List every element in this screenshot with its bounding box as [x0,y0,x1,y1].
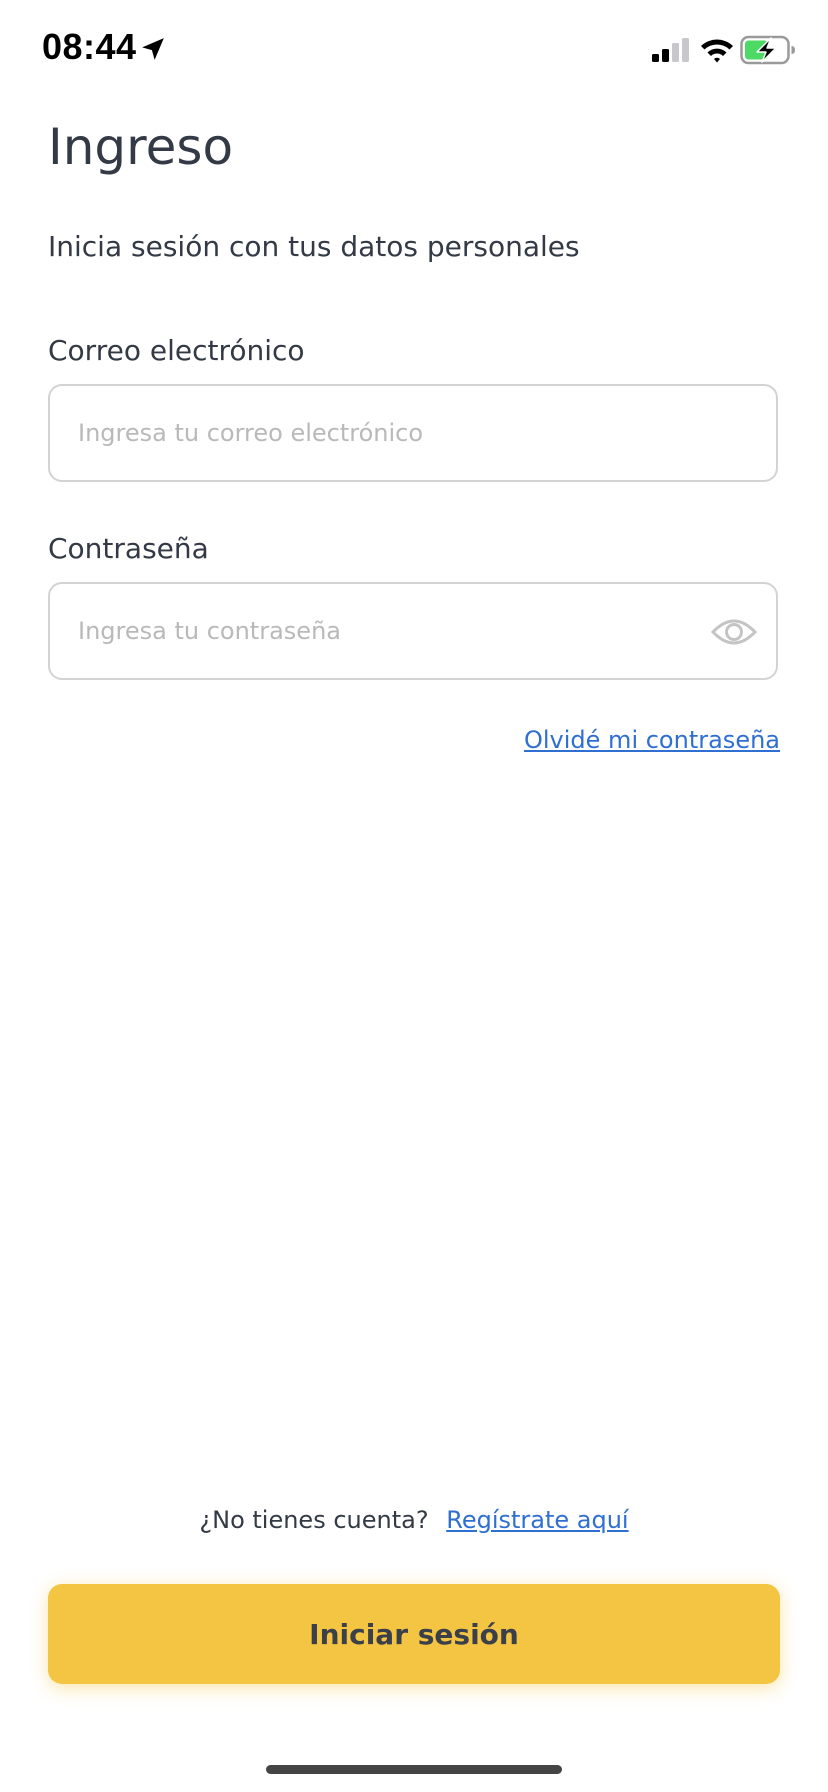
eye-icon[interactable] [710,612,758,652]
register-prompt: ¿No tienes cuenta? [199,1506,429,1534]
page-title: Ingreso [48,118,234,176]
register-row: ¿No tienes cuenta? Regístrate aquí [0,1506,828,1534]
password-field-box [48,582,778,680]
email-field-box [48,384,778,482]
register-link[interactable]: Regístrate aquí [446,1506,628,1534]
home-indicator [266,1765,562,1774]
page-subtitle: Inicia sesión con tus datos personales [48,230,580,263]
password-label: Contraseña [48,532,209,565]
battery-charging-icon [740,35,795,65]
status-bar: 08:44 [0,0,828,100]
email-label: Correo electrónico [48,334,305,367]
wifi-icon [701,39,733,63]
forgot-password-link[interactable]: Olvidé mi contraseña [524,726,780,754]
login-button[interactable]: Iniciar sesión [48,1584,780,1684]
location-arrow-icon [142,38,164,60]
email-input[interactable] [78,386,718,480]
status-time: 08:44 [42,26,137,67]
cellular-signal-icon [652,38,689,62]
password-input[interactable] [78,584,718,678]
